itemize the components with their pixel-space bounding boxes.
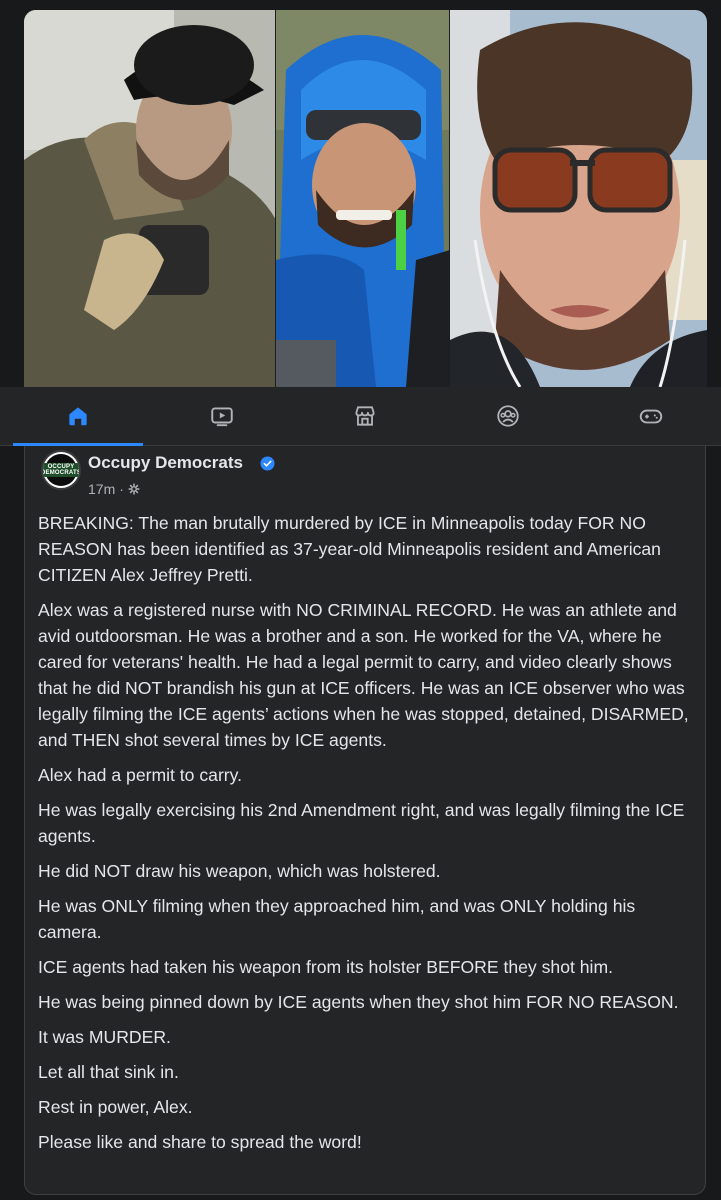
post-paragraph: Let all that sink in. <box>38 1062 179 1082</box>
nav-tab-video[interactable] <box>157 387 287 445</box>
post-paragraph: It was MURDER. <box>38 1027 171 1047</box>
photo-man-with-sunglasses[interactable] <box>450 10 707 387</box>
post-paragraph: He was being pinned down by ICE agents w… <box>38 992 679 1012</box>
photo-man-in-cap[interactable] <box>24 10 276 387</box>
home-icon <box>69 407 87 426</box>
post-paragraph: Alex was a registered nurse with NO CRIM… <box>38 600 689 750</box>
author-name[interactable]: Occupy Democrats <box>88 453 243 473</box>
nav-tab-gaming[interactable] <box>586 387 716 445</box>
groups-icon <box>497 405 519 427</box>
gaming-icon <box>639 409 663 424</box>
marketplace-icon <box>355 406 375 426</box>
photo-man-in-blue-hood[interactable] <box>276 10 450 387</box>
post-paragraph: He did NOT draw his weapon, which was ho… <box>38 861 441 881</box>
post-paragraph: ICE agents had taken his weapon from its… <box>38 957 614 977</box>
post-paragraph: He was legally exercising his 2nd Amendm… <box>38 800 685 846</box>
post-timestamp[interactable]: 17m <box>88 481 115 497</box>
photo-man-with-sunglasses-image <box>450 10 707 387</box>
avatar-logo-text: OCCUPY DEMOCRATS <box>43 463 79 477</box>
bottom-navigation-bar <box>0 387 721 446</box>
avatar[interactable]: OCCUPY DEMOCRATS <box>41 450 81 490</box>
verified-badge-icon <box>260 456 275 471</box>
avatar-logo: OCCUPY DEMOCRATS <box>43 454 79 486</box>
meta-separator: · <box>119 481 124 497</box>
photo-man-in-blue-hood-image <box>276 10 450 387</box>
video-icon <box>211 407 233 427</box>
nav-tab-home[interactable] <box>13 387 143 445</box>
post-paragraph: Alex had a permit to carry. <box>38 765 243 785</box>
audience-settings-icon[interactable] <box>128 483 140 495</box>
post-text: BREAKING: The man brutally murdered by I… <box>38 510 698 1164</box>
photo-man-in-cap-image <box>24 10 276 387</box>
post-paragraph: Rest in power, Alex. <box>38 1097 193 1117</box>
nav-tab-groups[interactable] <box>443 387 573 445</box>
post-meta: 17m · <box>88 481 140 497</box>
post-paragraph: He was ONLY filming when they approached… <box>38 896 636 942</box>
post-paragraph: Please like and share to spread the word… <box>38 1132 362 1152</box>
post-photo-collage[interactable] <box>24 10 707 387</box>
post-card: OCCUPY DEMOCRATS Occupy Democrats 17m · … <box>24 446 706 1195</box>
nav-tab-marketplace[interactable] <box>300 387 430 445</box>
post-paragraph: BREAKING: The man brutally murdered by I… <box>38 513 661 585</box>
